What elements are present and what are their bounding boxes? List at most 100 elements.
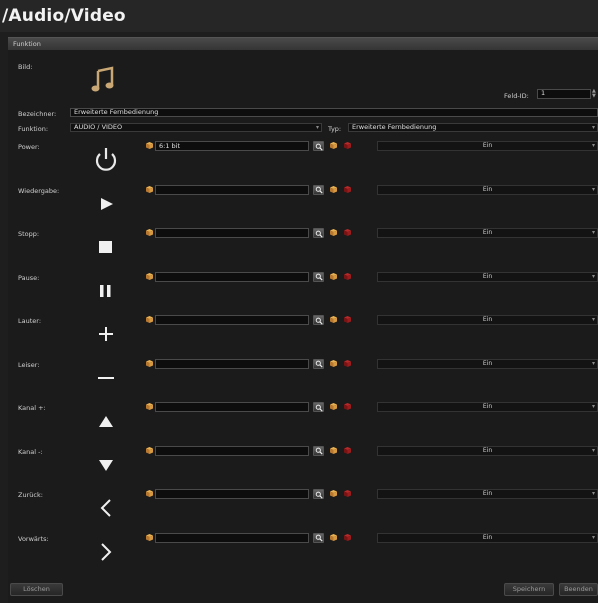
music-note-icon[interactable]: [88, 65, 118, 95]
chevron-down-icon: ▾: [591, 359, 595, 367]
address-field[interactable]: [155, 402, 309, 412]
chevron-down-icon: ▾: [591, 142, 595, 149]
search-icon[interactable]: [313, 532, 324, 543]
funktion-value: AUDIO / VIDEO: [74, 123, 123, 131]
remove-icon[interactable]: [343, 228, 352, 237]
remove-icon[interactable]: [343, 141, 352, 150]
chevron-down-icon: ▾: [591, 316, 595, 323]
box-icon[interactable]: [329, 272, 338, 281]
remove-icon[interactable]: [343, 533, 352, 542]
box-icon[interactable]: [145, 315, 154, 324]
state-select[interactable]: Ein ▾: [377, 402, 598, 412]
chevron-down-icon: ▾: [591, 403, 595, 410]
minus-icon: [91, 363, 121, 393]
state-select[interactable]: Ein ▾: [377, 271, 598, 282]
typ-value: Erweiterte Fernbedienung: [352, 123, 437, 131]
search-icon[interactable]: [313, 228, 324, 238]
chevron-down-icon: ▾: [591, 124, 595, 131]
close-button[interactable]: Beenden: [559, 583, 598, 596]
box-icon[interactable]: [145, 446, 154, 455]
row-label-2: Stopp:: [18, 230, 40, 238]
search-icon[interactable]: [313, 445, 324, 456]
box-icon[interactable]: [329, 185, 338, 194]
bild-label: Bild:: [18, 63, 33, 71]
search-icon[interactable]: [313, 184, 324, 195]
box-icon[interactable]: [329, 228, 338, 237]
state-select[interactable]: Ein ▾: [377, 532, 598, 543]
section-label: Funktion: [13, 40, 41, 48]
state-select[interactable]: Ein ▾: [377, 141, 598, 151]
funktion-label: Funktion:: [18, 125, 49, 133]
bezeichner-label: Bezeichner:: [18, 110, 57, 118]
state-value: Ein: [482, 229, 493, 236]
address-field[interactable]: [155, 445, 309, 456]
remove-icon[interactable]: [343, 315, 352, 324]
play-icon: [91, 189, 121, 219]
state-select[interactable]: Ein ▾: [377, 445, 598, 456]
box-icon[interactable]: [329, 446, 338, 455]
search-icon[interactable]: [313, 489, 324, 499]
chevron-down-icon: ▾: [591, 533, 595, 541]
remove-icon[interactable]: [343, 359, 352, 368]
remove-icon[interactable]: [343, 446, 352, 455]
box-icon[interactable]: [329, 315, 338, 324]
state-select[interactable]: Ein ▾: [377, 184, 598, 195]
box-icon[interactable]: [329, 402, 338, 411]
address-field[interactable]: [155, 271, 309, 282]
address-field[interactable]: [155, 358, 309, 369]
state-select[interactable]: Ein ▾: [377, 228, 598, 238]
box-icon[interactable]: [329, 533, 338, 542]
search-icon[interactable]: [313, 141, 324, 151]
delete-button[interactable]: Löschen: [10, 583, 63, 596]
row-label-1: Wiedergabe:: [18, 186, 60, 195]
chevron-down-icon: ▾: [591, 272, 595, 280]
search-icon[interactable]: [313, 271, 324, 282]
plus-icon: [91, 319, 121, 349]
box-icon[interactable]: [145, 272, 154, 281]
box-icon[interactable]: [145, 185, 154, 194]
box-icon[interactable]: [145, 533, 154, 542]
state-value: Ein: [482, 316, 493, 323]
remove-icon[interactable]: [343, 272, 352, 281]
search-icon[interactable]: [313, 402, 324, 412]
box-icon[interactable]: [145, 228, 154, 237]
row-label-4: Lauter:: [18, 317, 42, 325]
box-icon[interactable]: [329, 359, 338, 368]
triangle-down-icon: [91, 450, 121, 480]
remove-icon[interactable]: [343, 402, 352, 411]
address-field[interactable]: 6:1 bit: [155, 141, 309, 151]
search-icon[interactable]: [313, 358, 324, 369]
box-icon[interactable]: [145, 141, 154, 150]
bezeichner-field[interactable]: Erweiterte Fernbedienung: [70, 108, 598, 117]
address-field[interactable]: [155, 315, 309, 325]
funktion-select[interactable]: AUDIO / VIDEO ▾: [70, 123, 322, 132]
chevron-right-icon: [91, 537, 121, 567]
remove-icon[interactable]: [343, 489, 352, 498]
search-icon[interactable]: [313, 315, 324, 325]
address-field[interactable]: [155, 184, 309, 195]
feld-id-spinner[interactable]: ▲ ▼: [592, 89, 596, 99]
address-field[interactable]: [155, 228, 309, 238]
row-label-9: Vorwärts:: [18, 534, 49, 543]
feld-id-field[interactable]: 1: [537, 89, 591, 99]
state-select[interactable]: Ein ▾: [377, 489, 598, 499]
remove-icon[interactable]: [343, 185, 352, 194]
box-icon[interactable]: [145, 402, 154, 411]
box-icon[interactable]: [329, 141, 338, 150]
typ-select[interactable]: Erweiterte Fernbedienung ▾: [348, 123, 598, 132]
stop-icon: [91, 232, 121, 262]
triangle-up-icon: [91, 406, 121, 436]
address-field[interactable]: [155, 489, 309, 499]
power-icon: [91, 145, 121, 175]
state-value: Ein: [482, 403, 493, 410]
row-label-8: Zurück:: [18, 491, 43, 499]
box-icon[interactable]: [145, 359, 154, 368]
box-icon[interactable]: [145, 489, 154, 498]
box-icon[interactable]: [329, 489, 338, 498]
chevron-down-icon: ▾: [591, 446, 595, 454]
state-select[interactable]: Ein ▾: [377, 315, 598, 325]
address-field[interactable]: [155, 532, 309, 543]
state-value: Ein: [482, 272, 493, 280]
save-button[interactable]: Speichern: [504, 583, 554, 596]
state-select[interactable]: Ein ▾: [377, 358, 598, 369]
